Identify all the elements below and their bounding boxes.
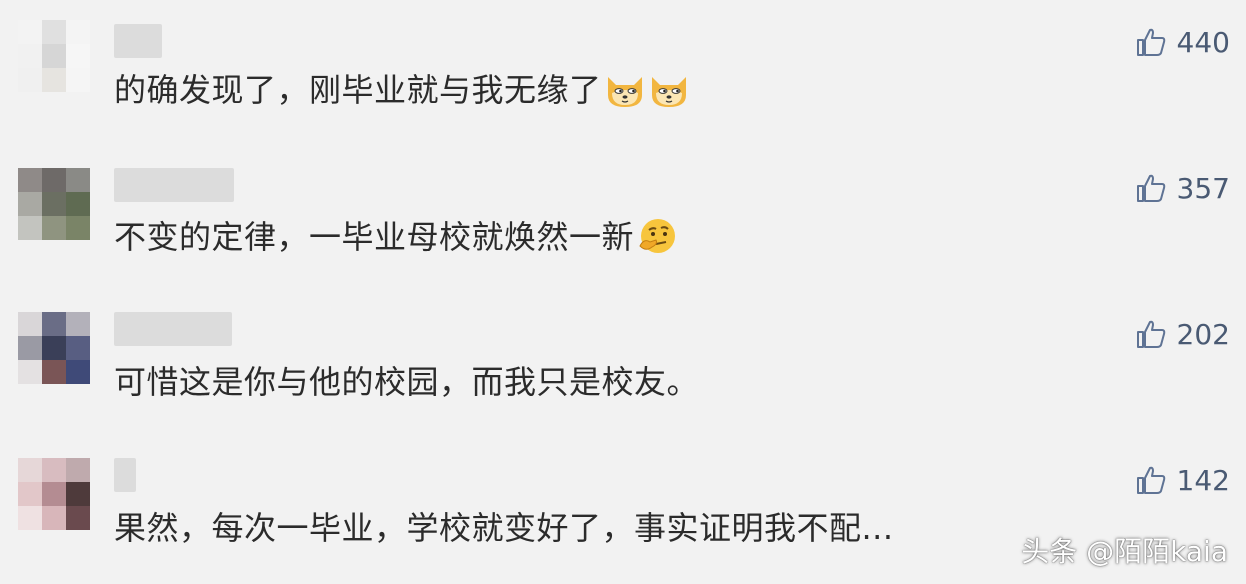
username-blurred[interactable] (114, 458, 136, 492)
like-count: 357 (1176, 171, 1230, 205)
thumbs-up-icon (1136, 466, 1165, 494)
avatar[interactable] (18, 312, 90, 384)
comment-text-2: 不变的定律，一毕业母校就焕然一新 (114, 216, 678, 265)
like-count: 202 (1176, 317, 1230, 351)
avatar[interactable] (18, 458, 90, 530)
thumbs-up-icon (1136, 320, 1165, 348)
avatar[interactable] (18, 168, 90, 240)
comment-text: 可惜这是你与他的校园，而我只是校友。 (114, 363, 700, 401)
comment-item-2: 不变的定律，一毕业母校就焕然一新 357 (0, 146, 1246, 286)
thumbs-up-icon (1136, 174, 1165, 202)
comment-text: 不变的定律，一毕业母校就焕然一新 (114, 218, 635, 256)
thinking-emoji-icon (636, 216, 678, 265)
username-blurred[interactable] (114, 312, 232, 346)
like-button[interactable]: 202 (1135, 314, 1230, 354)
comment-text-4: 果然，每次一毕业，学校就变好了，事实证明我不配... (114, 508, 894, 548)
like-button[interactable]: 440 (1135, 22, 1230, 62)
doge-emoji-icon (648, 71, 690, 118)
username-blurred[interactable] (114, 168, 234, 202)
comment-text: 果然，每次一毕业，学校就变好了，事实证明我不配... (114, 509, 894, 547)
like-count: 440 (1176, 25, 1230, 59)
like-button[interactable]: 357 (1135, 168, 1230, 208)
comment-text: 的确发现了，刚毕业就与我无缘了 (114, 71, 602, 109)
like-count: 142 (1176, 463, 1230, 497)
comment-item-3: 可惜这是你与他的校园，而我只是校友。 202 (0, 292, 1246, 432)
thumbs-up-icon (1136, 28, 1165, 56)
doge-emoji-icon (604, 71, 646, 118)
comment-text-1: 的确发现了，刚毕业就与我无缘了 (114, 70, 690, 118)
username-blurred[interactable] (114, 24, 162, 58)
avatar[interactable] (18, 20, 90, 92)
comment-item-1: 的确发现了，刚毕业就与我无缘了 440 (0, 0, 1246, 140)
watermark: 头条 @陌陌kaia (1021, 535, 1228, 568)
like-button[interactable]: 142 (1135, 460, 1230, 500)
comment-text-3: 可惜这是你与他的校园，而我只是校友。 (114, 362, 699, 402)
